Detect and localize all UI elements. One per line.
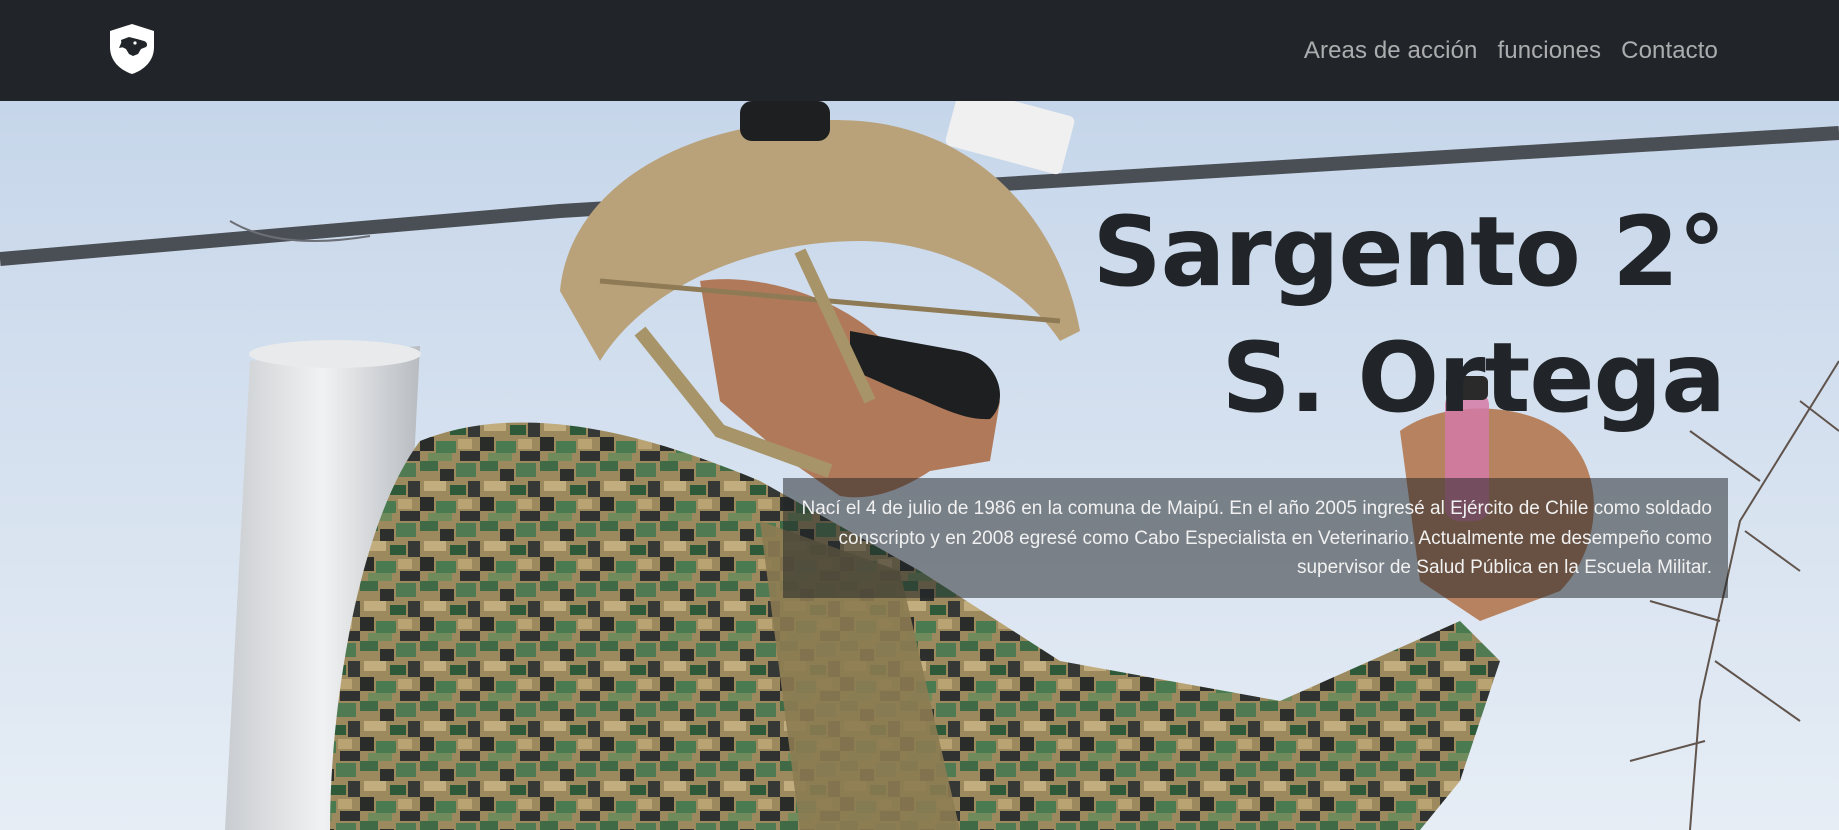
nav-link-funciones[interactable]: funciones [1498,38,1602,63]
hero-bio-text: Nací el 4 de julio de 1986 en la comuna … [783,478,1728,598]
nav-link-areas[interactable]: Areas de acción [1304,38,1478,63]
top-navbar: Areas de acción funciones Contacto [0,0,1839,101]
hero-title-rank: Sargento 2° [1092,196,1726,308]
hero-title-name: S. Ortega [1221,322,1726,434]
shield-dog-icon [110,24,154,74]
hero-title: Sargento 2° S. Ortega [1093,189,1726,441]
brand-logo-link[interactable] [107,23,157,75]
nav-link-contacto[interactable]: Contacto [1621,38,1718,63]
hero-section: Sargento 2° S. Ortega Nací el 4 de julio… [0,101,1839,830]
nav-links: Areas de acción funciones Contacto [1304,0,1718,101]
